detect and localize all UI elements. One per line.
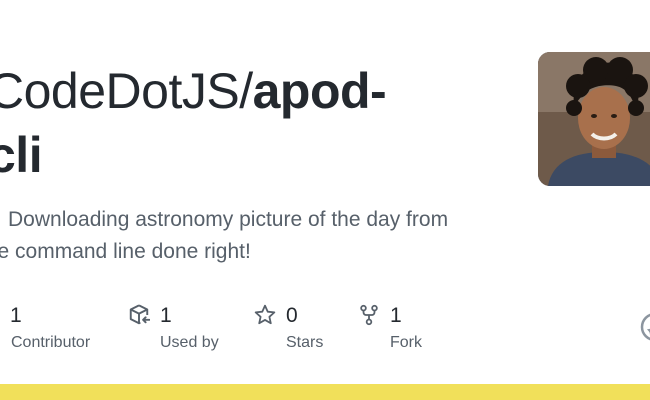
- used-by-label: Used by: [160, 334, 219, 351]
- description-line-1: Downloading astronomy picture of the day…: [0, 204, 500, 236]
- github-logo-icon: [640, 313, 650, 341]
- repo-owner[interactable]: CodeDotJS/: [0, 63, 253, 119]
- contributors-count: 1: [10, 304, 22, 327]
- repo-forked-icon: [360, 304, 378, 326]
- contributors-label: Contributor: [11, 334, 91, 351]
- owner-avatar[interactable]: [538, 52, 650, 186]
- description-text-2: the command line done right!: [0, 240, 251, 263]
- social-preview-card: CodeDotJS/apod- cli Downloading astronom…: [0, 0, 650, 400]
- rocket-emoji-icon: [0, 207, 2, 229]
- fork-label: Fork: [390, 334, 422, 351]
- repo-description: Downloading astronomy picture of the day…: [0, 204, 500, 268]
- description-text-1: Downloading astronomy picture of the day…: [8, 208, 449, 231]
- repo-stats: 1 Contributor 1 Used by 0 Stars 1 Fork: [0, 300, 650, 360]
- repo-name-part1[interactable]: apod-: [253, 63, 387, 119]
- repo-title[interactable]: CodeDotJS/apod- cli: [0, 60, 468, 183]
- stars-count: 0: [286, 304, 298, 327]
- used-by-count: 1: [160, 304, 172, 327]
- fork-count: 1: [390, 304, 402, 327]
- language-color-bar: [0, 384, 650, 400]
- avatar-photo: [538, 52, 650, 186]
- stars-label: Stars: [286, 334, 324, 351]
- star-icon: [254, 304, 276, 325]
- repo-name-part2[interactable]: cli: [0, 124, 43, 186]
- package-dependents-icon: [129, 304, 150, 325]
